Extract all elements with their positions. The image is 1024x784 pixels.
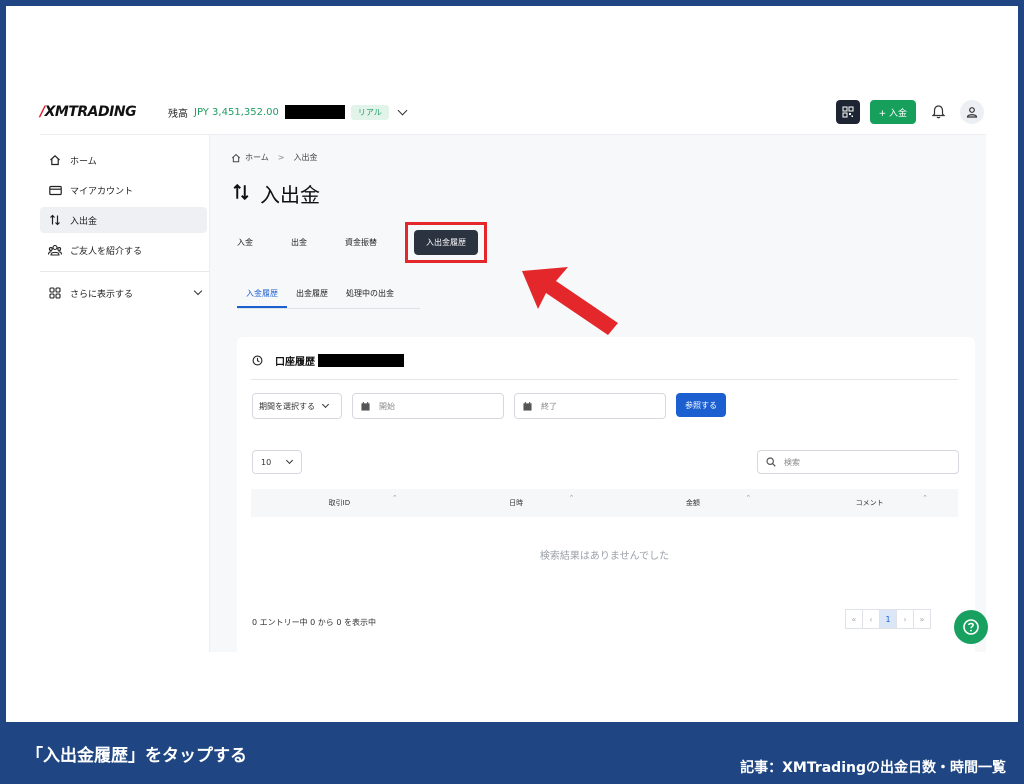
column-header-transaction-id[interactable]: 取引ID ⌃ bbox=[251, 494, 428, 508]
transfer-icon bbox=[48, 213, 62, 227]
card-divider bbox=[251, 379, 958, 380]
table-header: 取引ID ⌃ 日時 ⌃ 金額 ⌃ コメント ⌃ bbox=[251, 489, 958, 517]
account-type-badge: リアル bbox=[350, 104, 389, 120]
page-size-select[interactable]: 10 bbox=[252, 450, 302, 474]
account-history-card: 口座履歴 期間を選択する 開始 終了 参照する 10 検索 取引ID ⌃ 日時 … bbox=[237, 337, 975, 655]
pager-prev[interactable]: ‹ bbox=[862, 609, 880, 629]
breadcrumb-current: 入出金 bbox=[293, 153, 318, 162]
column-header-datetime[interactable]: 日時 ⌃ bbox=[428, 494, 605, 508]
clock-icon bbox=[252, 355, 263, 366]
home-icon bbox=[48, 153, 62, 167]
main-content: ホーム > 入出金 入出金 入金 出金 資金振替 入出金履歴 入金履歴 出金履歴… bbox=[210, 134, 986, 655]
highlight-box: 入出金履歴 bbox=[405, 221, 487, 263]
help-question-icon bbox=[963, 619, 979, 635]
sidebar-item-refer-friend[interactable]: ご友人を紹介する bbox=[40, 237, 207, 263]
chevron-down-icon bbox=[193, 286, 203, 296]
page-title-text: 入出金 bbox=[260, 183, 320, 207]
balance-label: 残高 bbox=[168, 108, 188, 120]
breadcrumb-home[interactable]: ホーム bbox=[245, 152, 269, 163]
sidebar-divider bbox=[40, 271, 209, 272]
notification-bell-icon[interactable] bbox=[930, 104, 946, 120]
tab-transfer[interactable]: 資金振替 bbox=[345, 237, 377, 248]
page-size-value: 10 bbox=[261, 457, 272, 467]
period-select-value: 期間を選択する bbox=[259, 401, 315, 411]
search-input[interactable]: 検索 bbox=[757, 450, 959, 474]
redacted-account-number bbox=[284, 105, 345, 119]
chevron-down-icon bbox=[321, 400, 330, 409]
deposit-button[interactable]: + 入金 bbox=[869, 100, 916, 124]
sort-icon: ⌃ bbox=[922, 494, 928, 502]
sidebar-item-deposit-withdrawal[interactable]: 入出金 bbox=[40, 207, 207, 233]
sidebar-more-label: さらに表示する bbox=[70, 289, 134, 300]
card-title: 口座履歴 bbox=[275, 357, 315, 368]
article-label: 記事：XMTradingの出金日数・時間一覧 bbox=[740, 760, 1006, 776]
search-placeholder: 検索 bbox=[784, 457, 800, 467]
redacted-account-id bbox=[318, 354, 404, 367]
sidebar-item-home[interactable]: ホーム bbox=[40, 147, 207, 173]
calendar-icon bbox=[523, 401, 532, 411]
user-icon bbox=[966, 107, 978, 118]
pager-first[interactable]: « bbox=[845, 609, 863, 629]
card-icon bbox=[48, 183, 62, 197]
sidebar-item-label: ホーム bbox=[70, 156, 97, 167]
grid-icon bbox=[48, 286, 62, 300]
breadcrumb-separator-icon: > bbox=[277, 153, 285, 162]
period-select[interactable]: 期間を選択する bbox=[252, 393, 342, 419]
main-tabs: 入金 出金 資金振替 入出金履歴 bbox=[237, 219, 487, 265]
transfer-icon bbox=[232, 183, 250, 205]
pager-last[interactable]: » bbox=[913, 609, 931, 629]
sidebar-item-my-account[interactable]: マイアカウント bbox=[40, 177, 207, 203]
start-date-placeholder: 開始 bbox=[379, 401, 395, 411]
lookup-button[interactable]: 参照する bbox=[676, 393, 726, 417]
column-header-comment[interactable]: コメント ⌃ bbox=[781, 494, 958, 508]
qr-code-icon bbox=[842, 106, 854, 118]
user-avatar[interactable] bbox=[960, 100, 984, 124]
tab-deposit[interactable]: 入金 bbox=[237, 237, 253, 248]
qr-code-button[interactable] bbox=[835, 100, 860, 124]
sort-icon: ⌃ bbox=[568, 494, 575, 502]
empty-table-message: 検索結果はありませんでした bbox=[539, 551, 670, 562]
help-button[interactable] bbox=[954, 610, 988, 644]
pagination: « ‹ 1 › » bbox=[845, 609, 931, 629]
sidebar-show-more[interactable]: さらに表示する bbox=[40, 280, 207, 306]
history-subtabs: 入金履歴 出金履歴 処理中の出金 bbox=[237, 283, 420, 309]
tab-withdrawal[interactable]: 出金 bbox=[291, 237, 307, 248]
pointer-arrow-icon bbox=[522, 267, 618, 335]
sidebar: ホーム マイアカウント 入出金 ご友人を紹介する さらに表示する bbox=[40, 134, 210, 652]
people-icon bbox=[48, 243, 62, 257]
top-bar: /XMTRADING 残高 JPY 3,451,352.00 リアル + 入金 bbox=[40, 90, 984, 134]
end-date-placeholder: 終了 bbox=[541, 401, 557, 411]
page-title: 入出金 bbox=[232, 179, 320, 208]
search-icon bbox=[766, 457, 776, 467]
pager-page-1[interactable]: 1 bbox=[879, 609, 897, 629]
calendar-icon bbox=[361, 401, 370, 411]
home-icon bbox=[231, 153, 241, 162]
subtab-deposit-history[interactable]: 入金履歴 bbox=[237, 283, 287, 308]
pager-next[interactable]: › bbox=[896, 609, 914, 629]
sidebar-item-label: 入出金 bbox=[70, 216, 98, 227]
tab-history[interactable]: 入出金履歴 bbox=[414, 229, 478, 255]
chevron-down-icon bbox=[286, 456, 294, 465]
start-date-input[interactable]: 開始 bbox=[352, 393, 504, 419]
sort-icon: ⌃ bbox=[745, 494, 752, 502]
end-date-input[interactable]: 終了 bbox=[514, 393, 666, 419]
sort-icon: ⌃ bbox=[391, 494, 398, 502]
breadcrumb: ホーム > 入出金 bbox=[231, 152, 317, 163]
subtab-pending-withdrawal[interactable]: 処理中の出金 bbox=[337, 283, 403, 308]
sidebar-item-label: マイアカウント bbox=[70, 186, 134, 197]
card-header: 口座履歴 bbox=[252, 353, 404, 368]
entries-info: 0 エントリー中 0 から 0 を表示中 bbox=[252, 618, 376, 627]
screenshot-frame: /XMTRADING 残高 JPY 3,451,352.00 リアル + 入金 bbox=[6, 6, 1018, 722]
subtab-withdrawal-history[interactable]: 出金履歴 bbox=[287, 283, 337, 308]
balance-value: JPY 3,451,352.00 bbox=[194, 106, 279, 118]
xm-logo[interactable]: /XMTRADING bbox=[40, 104, 168, 120]
column-header-amount[interactable]: 金額 ⌃ bbox=[605, 494, 782, 508]
sidebar-item-label: ご友人を紹介する bbox=[70, 246, 143, 257]
instruction-caption: 「入出金履歴」をタップする bbox=[26, 746, 247, 766]
account-dropdown-chevron-icon[interactable] bbox=[397, 105, 408, 115]
